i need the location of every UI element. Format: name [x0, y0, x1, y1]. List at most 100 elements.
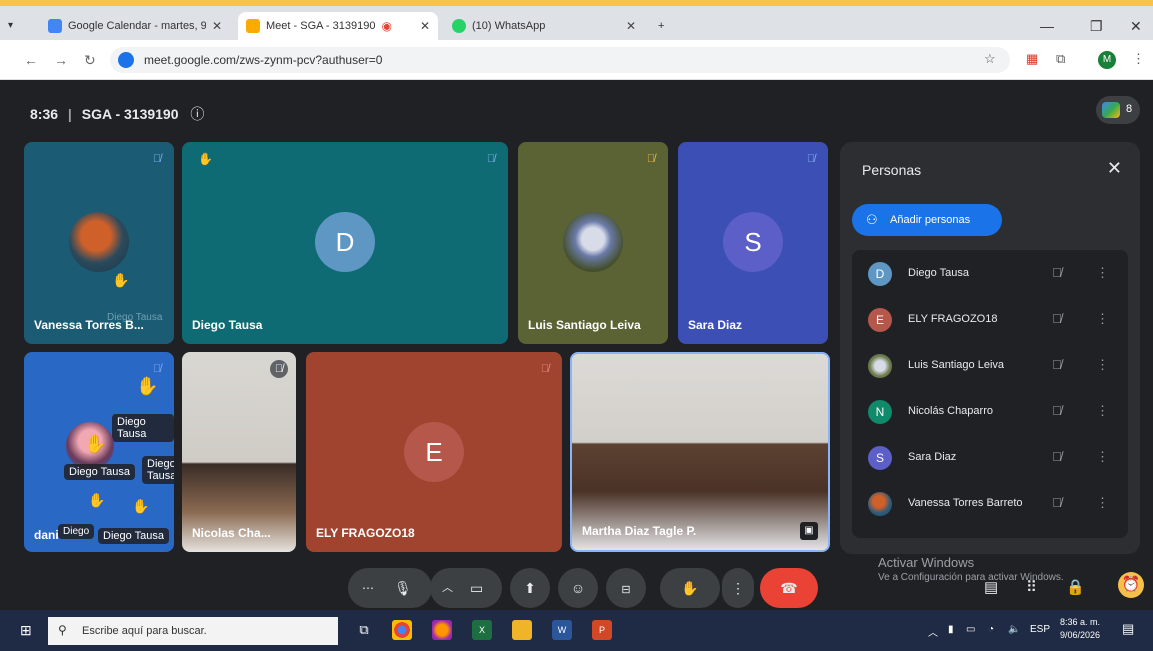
list-item[interactable]: Vanessa Torres Barreto 🎙̸ ⋮	[852, 484, 1128, 524]
tab-close-icon[interactable]: ✕	[420, 19, 430, 33]
extensions-puzzle-icon[interactable]: ⧉	[1056, 51, 1065, 67]
muted-mic-icon[interactable]: 🎙̸	[1052, 265, 1062, 280]
tile-diego[interactable]: ✋ 🎙̸ D Diego Tausa	[182, 142, 508, 344]
file-explorer-icon[interactable]	[512, 620, 532, 640]
captions-icon: ⊟	[621, 584, 631, 596]
meeting-info-icon[interactable]: ⓘ	[190, 106, 204, 122]
close-window-icon[interactable]: ✕	[1130, 18, 1142, 35]
tile-sara[interactable]: 🎙̸ S Sara Diaz	[678, 142, 828, 344]
add-people-button[interactable]: ⚇ Añadir personas	[852, 204, 1002, 236]
excel-icon[interactable]: X	[472, 620, 492, 640]
network-icon[interactable]: ◔	[988, 624, 994, 635]
chevron-up-icon[interactable]: ︿	[442, 568, 453, 608]
participant-name: Nicolas Cha...	[192, 526, 271, 540]
chat-icon[interactable]: ▤	[984, 578, 998, 596]
tile-vanessa[interactable]: 🎙̸ ✋ Diego Tausa Vanessa Torres B...	[24, 142, 174, 344]
firefox-icon[interactable]	[432, 620, 452, 640]
language-indicator[interactable]: ESP	[1030, 624, 1050, 635]
camera-control-group[interactable]: ︿ ▭	[430, 568, 502, 608]
tab-whatsapp[interactable]: (10) WhatsApp ✕	[444, 12, 644, 40]
participant-name: Diego Tausa	[192, 318, 263, 332]
more-options-icon[interactable]: ⋮	[1096, 449, 1109, 465]
avatar: D	[868, 262, 892, 286]
minimize-icon[interactable]: —	[1040, 18, 1054, 34]
pin-tile-icon[interactable]: ▣	[800, 522, 818, 540]
close-panel-icon[interactable]: ✕	[1107, 158, 1122, 179]
tile-luis[interactable]: 🎙̸ Luis Santiago Leiva	[518, 142, 668, 344]
tab-google-calendar[interactable]: Google Calendar - martes, 9 de ✕	[40, 12, 230, 40]
list-item[interactable]: D Diego Tausa 🎙̸ ⋮	[852, 254, 1128, 294]
extension-icon[interactable]: ▦	[1026, 51, 1038, 67]
more-options-icon[interactable]: ⋮	[1096, 495, 1109, 511]
new-tab-button[interactable]: +	[650, 12, 674, 40]
volume-icon[interactable]: 🔈	[1008, 624, 1020, 635]
tray-expand-icon[interactable]: ︿	[928, 624, 938, 639]
tab-close-icon[interactable]: ✕	[626, 19, 636, 33]
participant-name: Luis Santiago Leiva	[528, 318, 641, 332]
avatar: S	[723, 212, 783, 272]
browser-tab-bar: ▾ Google Calendar - martes, 9 de ✕ Meet …	[0, 6, 1153, 40]
taskbar-clock[interactable]: 8:36 a. m. 9/06/2026	[1060, 616, 1100, 642]
person-name: ELY FRAGOZO18	[908, 313, 998, 325]
battery-icon[interactable]: ▭	[966, 624, 975, 635]
tab-meet[interactable]: Meet - SGA - 3139190 ◉ ✕	[238, 12, 438, 40]
list-item[interactable]: N Nicolás Chaparro 🎙̸ ⋮	[852, 392, 1128, 432]
task-view-icon[interactable]: ⧉	[354, 620, 374, 640]
host-controls-icon[interactable]: 🔒	[1066, 578, 1085, 596]
timer-icon[interactable]: ⏰	[1118, 572, 1144, 598]
taskbar-search-input[interactable]: ⚲ Escribe aquí para buscar.	[48, 617, 338, 645]
tab-title: Google Calendar - martes, 9 de	[68, 20, 206, 32]
tab-search-icon[interactable]: ▾	[8, 20, 13, 31]
raised-hand-icon: ✋	[198, 152, 213, 166]
list-item[interactable]: Luis Santiago Leiva 🎙̸ ⋮	[852, 346, 1128, 386]
powerpoint-icon[interactable]: P	[592, 620, 612, 640]
browser-menu-icon[interactable]: ⋮	[1132, 51, 1145, 67]
meeting-time: 8:36	[30, 106, 59, 122]
back-icon[interactable]: ←	[24, 52, 38, 68]
more-options-icon[interactable]: ⋮	[1096, 403, 1109, 419]
forward-icon[interactable]: →	[54, 52, 68, 68]
muted-mic-icon[interactable]: 🎙̸	[1052, 357, 1062, 372]
muted-mic-icon[interactable]: 🎙̸	[1052, 403, 1062, 418]
reload-icon[interactable]: ↻	[84, 52, 96, 69]
bookmark-star-icon[interactable]: ☆	[984, 51, 996, 67]
audio-options-icon[interactable]: ⋯	[362, 568, 374, 608]
overlay-name-label: Diego Tausa	[112, 414, 174, 442]
tile-ely[interactable]: 🎙̸ E ELY FRAGOZO18	[306, 352, 562, 552]
tray-app-icon[interactable]: ▮	[948, 624, 954, 635]
tab-close-icon[interactable]: ✕	[212, 19, 222, 33]
windows-start-icon[interactable]: ⊞	[20, 622, 32, 639]
chrome-icon[interactable]	[392, 620, 412, 640]
tile-nicolas[interactable]: 🎙̸ Nicolas Cha...	[182, 352, 296, 552]
muted-mic-icon[interactable]: 🎙̸	[1052, 495, 1062, 510]
present-screen-button[interactable]: ⬆	[510, 568, 550, 608]
notifications-icon[interactable]: ▤	[1122, 621, 1134, 637]
url-input[interactable]: meet.google.com/zws-zynm-pcv?authuser=0	[110, 47, 1010, 73]
captions-button[interactable]: ⊟	[606, 568, 646, 608]
list-item[interactable]: E ELY FRAGOZO18 🎙̸ ⋮	[852, 300, 1128, 340]
activities-icon[interactable]: ⠿	[1026, 578, 1037, 596]
reactions-button[interactable]: ☺	[558, 568, 598, 608]
participant-count-button[interactable]: 8	[1096, 96, 1140, 124]
avatar: N	[868, 400, 892, 424]
restore-icon[interactable]: ❐	[1090, 18, 1103, 35]
avatar: D	[315, 212, 375, 272]
tile-martha[interactable]: Martha Diaz Tagle P. ▣	[570, 352, 830, 552]
more-options-icon[interactable]: ⋮	[1096, 311, 1109, 327]
word-icon[interactable]: W	[552, 620, 572, 640]
profile-avatar[interactable]: M	[1098, 51, 1116, 69]
list-item[interactable]: S Sara Diaz 🎙̸ ⋮	[852, 438, 1128, 478]
more-options-button[interactable]: ⋮	[722, 568, 754, 608]
clock-time: 8:36 a. m.	[1060, 617, 1101, 627]
raise-hand-button[interactable]: ✋	[660, 568, 720, 608]
more-options-icon[interactable]: ⋮	[1096, 357, 1109, 373]
muted-mic-icon[interactable]: 🎙̸	[1052, 311, 1062, 326]
mic-control-group[interactable]: ⋯ 🎙	[348, 568, 432, 608]
more-options-icon[interactable]: ⋮	[1096, 265, 1109, 281]
camera-icon[interactable]: ▭	[470, 568, 483, 608]
muted-mic-icon[interactable]: 🎙̸	[1052, 449, 1062, 464]
leave-call-button[interactable]: ☎	[760, 568, 818, 608]
site-info-icon[interactable]	[118, 52, 134, 68]
tile-dani[interactable]: 🎙̸ ✋ Diego Tausa ✋ ✋ Diego Tausa Diego T…	[24, 352, 174, 552]
microphone-icon[interactable]: 🎙	[394, 568, 412, 608]
